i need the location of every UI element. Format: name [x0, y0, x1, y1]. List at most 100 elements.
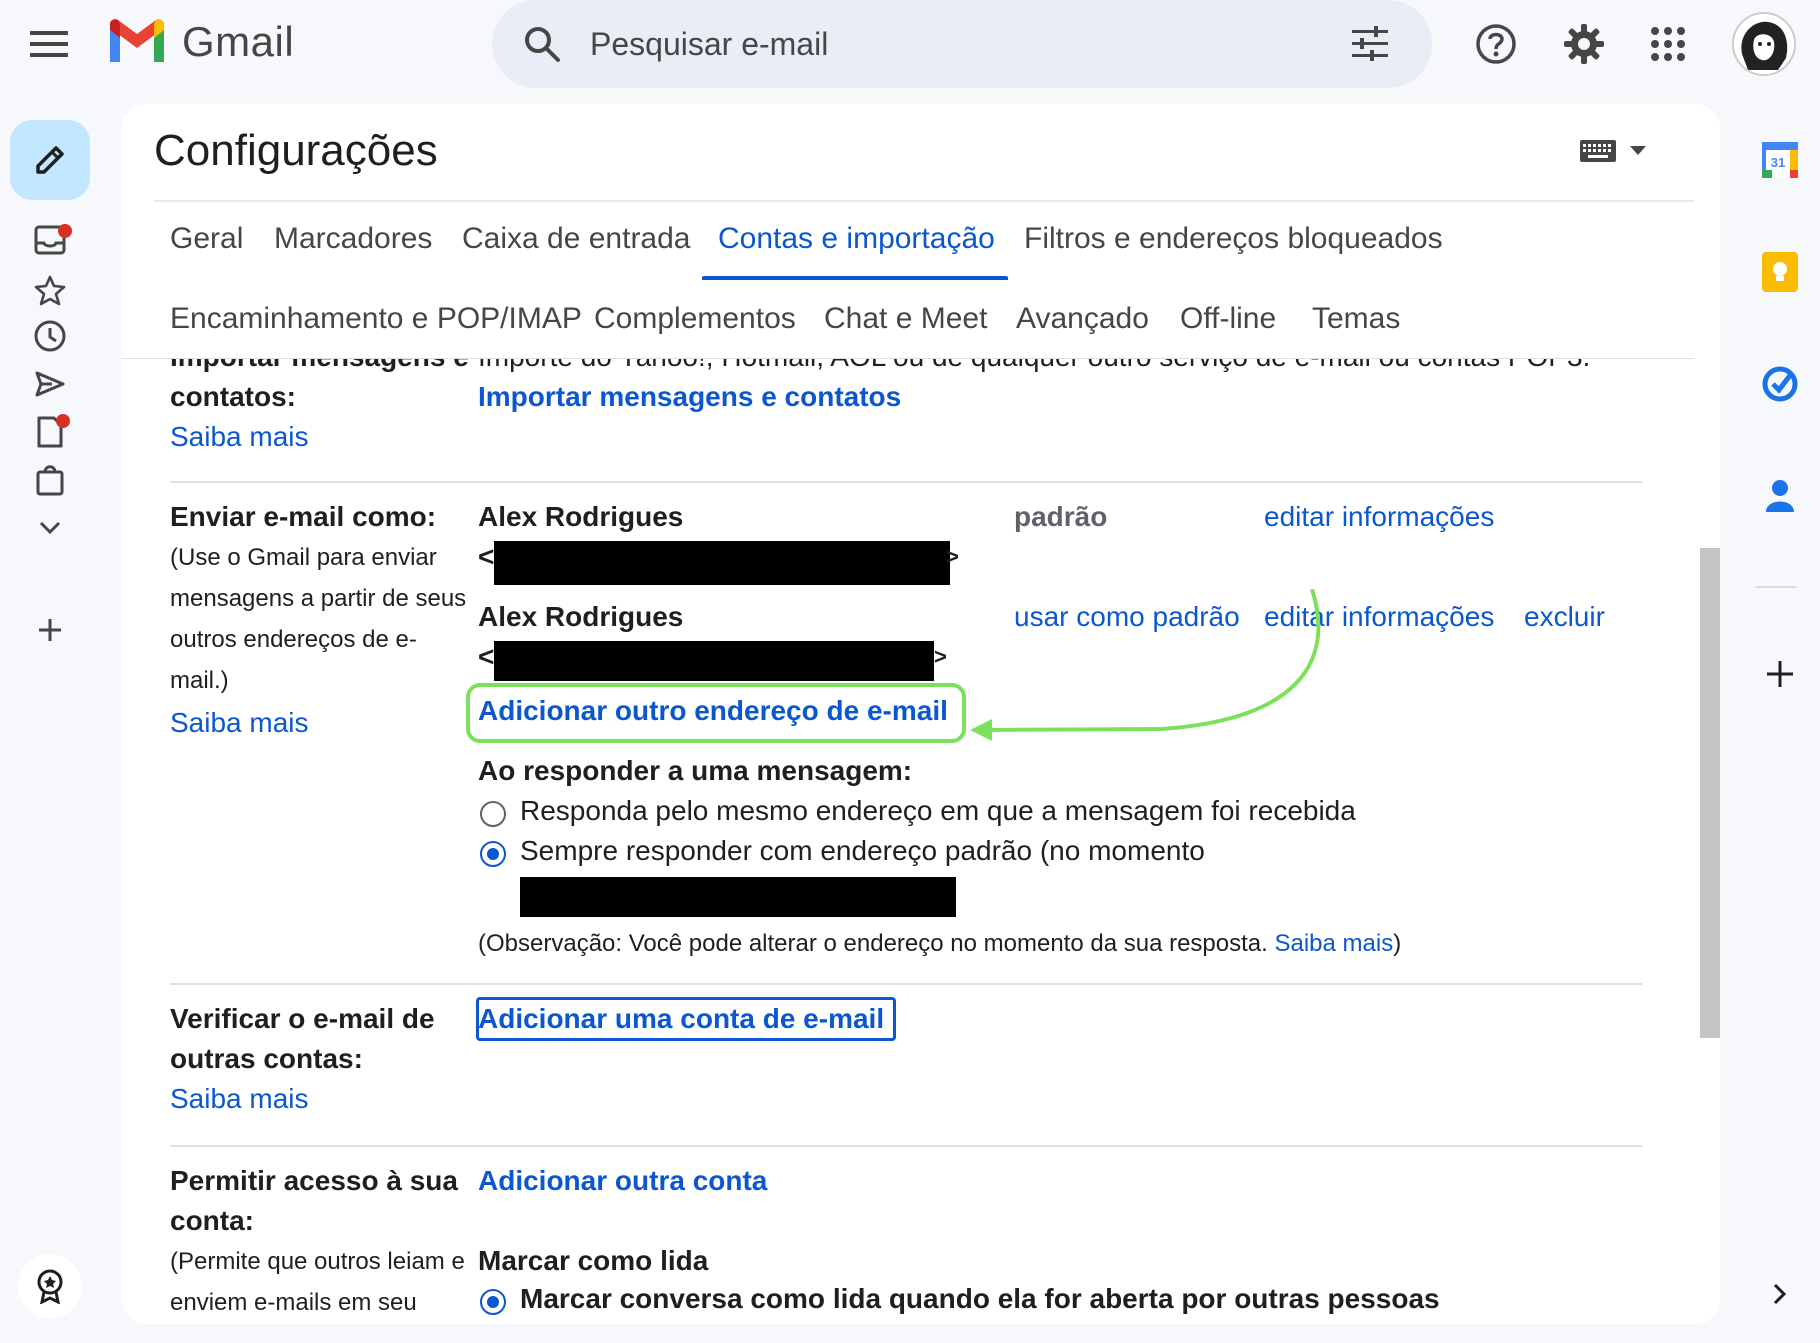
- nav-inbox[interactable]: [26, 220, 74, 260]
- create-label-button[interactable]: [26, 610, 74, 650]
- tab-offline[interactable]: Off-line: [1180, 302, 1276, 336]
- contacts-icon: [1766, 480, 1794, 512]
- search-input[interactable]: Pesquisar e-mail: [590, 26, 1342, 63]
- send-as-desc-2: mensagens a partir de seus: [170, 585, 467, 612]
- google-apps-button[interactable]: [1640, 16, 1696, 72]
- add-another-account-link[interactable]: Adicionar outra conta: [478, 1161, 767, 1201]
- app-name: Gmail: [182, 18, 295, 65]
- plus-icon: [39, 619, 61, 641]
- title-divider: [154, 200, 1694, 202]
- show-side-panel-button[interactable]: [1758, 1272, 1802, 1316]
- settings-panel: Configurações Geral Marcadores Caixa de …: [122, 104, 1720, 1324]
- calendar-app-button[interactable]: 31: [1758, 138, 1802, 182]
- import-mail-contacts-link[interactable]: Importar mensagens e contatos: [478, 377, 901, 417]
- account-2-name: Alex Rodrigues: [478, 601, 684, 632]
- check-mail-label-2: outras contas:: [170, 1043, 363, 1074]
- tab-advanced[interactable]: Avançado: [1016, 302, 1149, 336]
- import-description: Importe do Yahoo!, Hotmail, AOL ou de qu…: [478, 359, 1590, 377]
- tab-filters[interactable]: Filtros e endereços bloqueados: [1024, 222, 1443, 256]
- search-button[interactable]: [514, 16, 570, 72]
- gmail-m-icon: [110, 19, 164, 62]
- scrollbar[interactable]: [1700, 548, 1720, 1038]
- chevron-down-icon: [39, 521, 61, 535]
- edit-info-link-1[interactable]: editar informações: [1264, 497, 1494, 537]
- calendar-icon: 31: [1762, 142, 1798, 178]
- page-title: Configurações: [154, 126, 438, 175]
- tab-addons[interactable]: Complementos: [594, 302, 796, 336]
- main-menu-button[interactable]: [22, 16, 78, 72]
- reply-note-close: ): [1393, 930, 1402, 957]
- tab-forwarding[interactable]: Encaminhamento e POP/IMAP: [170, 302, 582, 336]
- reply-same-label: Responda pelo mesmo endereço em que a me…: [520, 795, 1356, 826]
- tasks-app-button[interactable]: [1758, 362, 1802, 406]
- import-learn-more-link[interactable]: Saiba mais: [170, 417, 309, 457]
- send-as-label: Enviar e-mail como:: [170, 501, 437, 532]
- search-options-button[interactable]: [1342, 16, 1398, 72]
- drafts-dot: [56, 414, 70, 428]
- import-label-partial: Importar mensagens e: [170, 359, 469, 377]
- nav-starred[interactable]: [26, 270, 74, 310]
- redacted-email-1: [494, 541, 950, 585]
- active-tab-indicator: [702, 276, 1008, 280]
- keep-app-button[interactable]: [1758, 250, 1802, 294]
- nav-sent[interactable]: [26, 364, 74, 404]
- tab-themes[interactable]: Temas: [1312, 302, 1400, 336]
- gmail-logo[interactable]: Gmail: [106, 14, 294, 70]
- nav-drafts[interactable]: [26, 412, 74, 452]
- settings-button[interactable]: [1556, 16, 1612, 72]
- input-tools-button[interactable]: [1580, 140, 1646, 162]
- clock-icon: [34, 320, 66, 352]
- reply-note: (Observação: Você pode alterar o endereç…: [478, 923, 1401, 964]
- account-avatar[interactable]: [1732, 12, 1796, 76]
- add-mail-account-link[interactable]: Adicionar uma conta de e-mail: [478, 999, 884, 1039]
- get-addons-button[interactable]: [1758, 652, 1802, 696]
- upgrade-button[interactable]: [18, 1254, 82, 1318]
- reply-default-radio[interactable]: [480, 841, 506, 867]
- help-icon: [1476, 24, 1516, 64]
- support-button[interactable]: [1468, 16, 1524, 72]
- compose-button[interactable]: [10, 120, 90, 200]
- add-email-address-link[interactable]: Adicionar outro endereço de e-mail: [478, 691, 948, 731]
- grant-access-label-1: Permitir acesso à sua: [170, 1165, 458, 1196]
- redacted-email-2: [494, 641, 934, 681]
- mark-read-radio[interactable]: [480, 1289, 506, 1315]
- settings-content: Importar mensagens e Importe do Yahoo!, …: [122, 359, 1720, 1324]
- nav-snoozed[interactable]: [26, 316, 74, 356]
- unread-dot: [58, 224, 72, 238]
- plus-icon: [1767, 661, 1793, 687]
- tune-icon: [1352, 26, 1388, 61]
- reply-same-radio[interactable]: [480, 801, 506, 827]
- reply-heading: Ao responder a uma mensagem:: [478, 755, 913, 786]
- nav-more[interactable]: [26, 508, 74, 548]
- send-as-learn-more-link[interactable]: Saiba mais: [170, 703, 309, 743]
- apps-grid-icon: [1651, 27, 1685, 61]
- tab-general[interactable]: Geral: [170, 222, 243, 256]
- default-status: padrão: [1014, 501, 1108, 532]
- account-1-name: Alex Rodrigues: [478, 501, 684, 532]
- tab-labels[interactable]: Marcadores: [274, 222, 432, 256]
- section-divider: [170, 1145, 1642, 1147]
- tab-accounts-import[interactable]: Contas e importação: [718, 222, 995, 256]
- mark-read-heading: Marcar como lida: [478, 1245, 709, 1276]
- keep-icon: [1762, 252, 1798, 292]
- gear-icon: [1564, 24, 1604, 64]
- star-icon: [34, 275, 66, 306]
- tab-inbox[interactable]: Caixa de entrada: [462, 222, 691, 256]
- redacted-default-address: [520, 877, 956, 917]
- keyboard-icon: [1580, 140, 1616, 162]
- account-1-bracket-close: >: [946, 544, 959, 569]
- search-icon: [525, 27, 560, 62]
- tab-chat-meet[interactable]: Chat e Meet: [824, 302, 987, 336]
- import-label: contatos:: [170, 381, 296, 412]
- search-bar[interactable]: Pesquisar e-mail: [492, 0, 1432, 88]
- reply-note-text: (Observação: Você pode alterar o endereç…: [478, 930, 1275, 957]
- contacts-app-button[interactable]: [1758, 474, 1802, 518]
- delete-link[interactable]: excluir: [1524, 597, 1605, 637]
- check-mail-learn-more-link[interactable]: Saiba mais: [170, 1079, 309, 1119]
- rail-divider: [1756, 586, 1796, 588]
- chevron-right-icon: [1773, 1283, 1787, 1305]
- grant-access-desc-1: (Permite que outros leiam e: [170, 1248, 465, 1275]
- reply-note-learn-more-link[interactable]: Saiba mais: [1274, 930, 1393, 957]
- caret-down-icon: [1630, 146, 1646, 155]
- nav-purchases[interactable]: [26, 460, 74, 500]
